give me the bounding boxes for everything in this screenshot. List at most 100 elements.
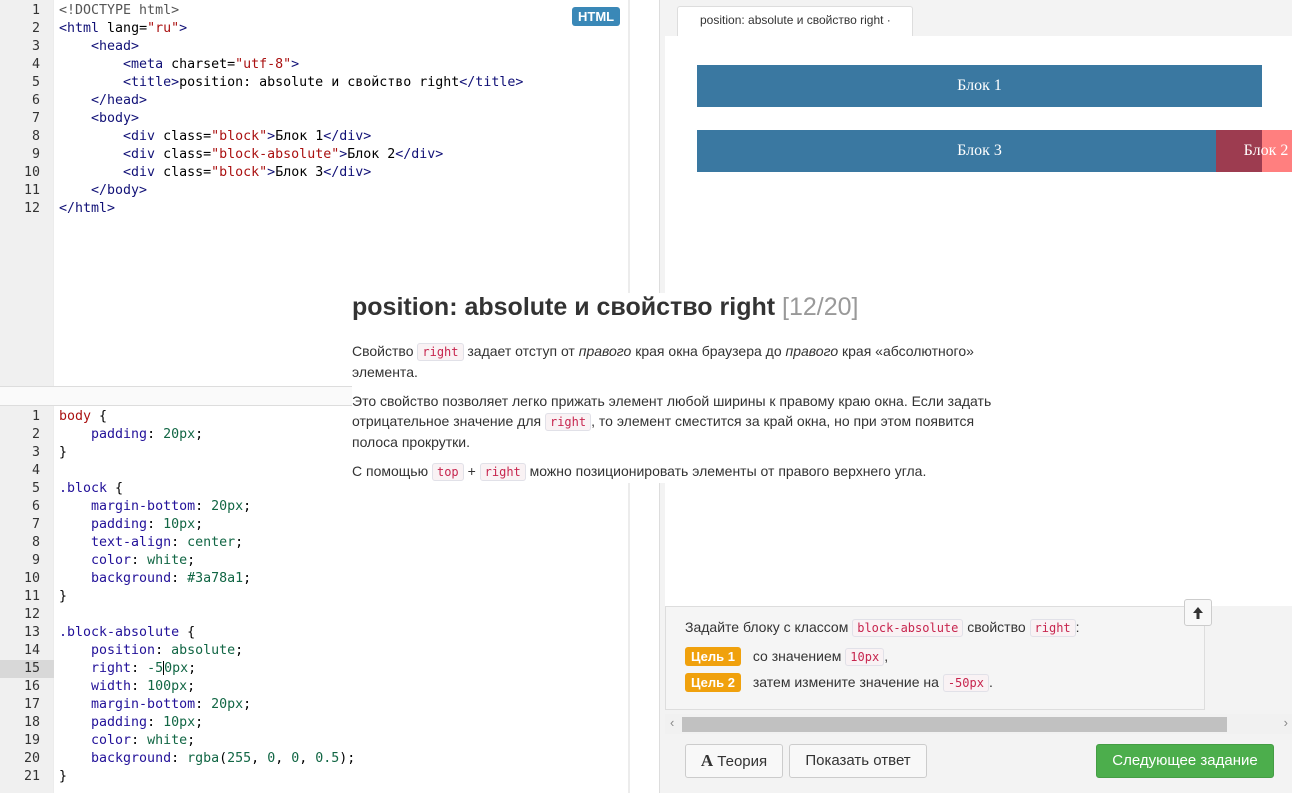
code-token: .block-absolute (59, 625, 180, 640)
css_editor-line[interactable]: 19 color: white; (0, 732, 628, 750)
line-code: right: -50px; (59, 660, 196, 678)
line-number: 11 (23, 589, 40, 604)
code-token: "ru" (147, 21, 180, 36)
code-token: position (59, 643, 156, 658)
scrollbar-thumb[interactable] (682, 717, 1227, 732)
theory-button[interactable]: A Теория (685, 744, 783, 778)
t3-code1: top (431, 463, 464, 481)
t2a: Это свойство позволяет легко прижать эле… (352, 393, 992, 409)
preview-block-3: Блок 3 (697, 130, 1262, 172)
line-code: } (59, 768, 67, 786)
css_editor-line[interactable]: 13 .block-absolute { (0, 624, 628, 642)
line-number: 14 (23, 643, 40, 658)
code-token: "utf-8" (235, 57, 292, 72)
t1-em1: правого (578, 343, 632, 359)
t1a: Свойство (352, 343, 414, 359)
css_editor-line[interactable]: 18 padding: 10px; (0, 714, 628, 732)
line-code: color: white; (59, 732, 195, 750)
arrow-up-icon[interactable] (1184, 599, 1212, 626)
css_editor-line[interactable]: 16 width: 100px; (0, 678, 628, 696)
html_editor-line[interactable]: 6 </head> (0, 92, 628, 110)
css_editor-line[interactable]: 21} (0, 768, 628, 786)
code-token: -5 (147, 661, 164, 676)
line-number: 4 (31, 57, 40, 72)
t3a: С помощью (352, 463, 429, 479)
html_editor-line[interactable]: 11 </body> (0, 182, 628, 200)
code-token: class= (163, 165, 212, 180)
task-goal-1: Цель 1 со значением 10px, (685, 647, 888, 666)
html_editor-line[interactable]: 7 <body> (0, 110, 628, 128)
code-token: ; (187, 733, 196, 748)
html-badge: HTML (572, 7, 621, 26)
code-token: , (275, 751, 292, 766)
line-code: padding: 20px; (59, 426, 203, 444)
goal-2-badge: Цель 2 (685, 673, 741, 692)
html_editor-line[interactable]: 9 <div class="block-absolute">Блок 2</di… (0, 146, 628, 164)
code-token: ; (187, 553, 196, 568)
html_editor-line[interactable]: 1 <!DOCTYPE html> (0, 2, 628, 20)
line-number: 13 (23, 625, 40, 640)
html_editor-line[interactable]: 8 <div class="block">Блок 1</div> (0, 128, 628, 146)
code-token: ; (195, 427, 204, 442)
line-number: 1 (31, 3, 40, 18)
line-number: 5 (31, 75, 40, 90)
css_editor-line[interactable]: 15 right: -50px; (0, 660, 628, 678)
t1e: элемента. (352, 364, 418, 380)
next-task-button[interactable]: Следующее задание (1096, 744, 1274, 778)
code-token: </title> (459, 75, 524, 90)
theory-title-text: position: absolute и свойство right (352, 293, 776, 321)
html_editor-line[interactable]: 10 <div class="block">Блок 3</div> (0, 164, 628, 182)
css_editor-line[interactable]: 6 margin-bottom: 20px; (0, 498, 628, 516)
css_editor-line[interactable]: 8 text-align: center; (0, 534, 628, 552)
html_editor-line[interactable]: 3 <head> (0, 38, 628, 56)
t3b: можно позиционировать элементы от правог… (529, 463, 927, 479)
horizontal-scrollbar[interactable]: ‹ › (665, 714, 1292, 734)
css_editor-line[interactable]: 17 margin-bottom: 20px; (0, 696, 628, 714)
html_editor-line[interactable]: 12 </html> (0, 200, 628, 218)
css_editor-line[interactable]: 9 color: white; (0, 552, 628, 570)
code-token: margin-bottom (59, 499, 196, 514)
css_editor-line[interactable]: 20 background: rgba(255, 0, 0, 0.5); (0, 750, 628, 768)
line-code: } (59, 444, 67, 462)
css_editor-line[interactable]: 10 background: #3a78a1; (0, 570, 628, 588)
show-answer-button[interactable]: Показать ответ (789, 744, 927, 778)
t3-code2: right (479, 463, 526, 481)
html-code-lines: 1 <!DOCTYPE html> 2 <html lang="ru"> 3 <head… (0, 2, 628, 218)
code-token: 10px (163, 517, 196, 532)
task-intro: Задайте блоку с классом block-absolute с… (685, 619, 1080, 637)
goal-2-text: затем измените значение на (752, 674, 939, 690)
line-code: <div class="block-absolute">Блок 2</div> (59, 146, 443, 164)
scroll-right-icon[interactable]: › (1284, 715, 1288, 730)
code-token: </div> (323, 165, 372, 180)
task-code-class: block-absolute (852, 619, 964, 637)
code-token: <meta (59, 57, 172, 72)
code-token: > (179, 21, 188, 36)
css_editor-line[interactable]: 12 (0, 606, 628, 624)
code-token: padding (59, 427, 148, 442)
t2-code: right (544, 413, 592, 431)
css_editor-line[interactable]: 7 padding: 10px; (0, 516, 628, 534)
code-token: : (171, 571, 188, 586)
task-intro-colon: : (1075, 619, 1080, 635)
theory-title: position: absolute и свойство right [12/… (352, 293, 858, 322)
line-code: </body> (59, 182, 147, 200)
code-token: width (59, 679, 132, 694)
html_editor-line[interactable]: 5 <title>position: absolute и свойство r… (0, 74, 628, 92)
line-number: 2 (31, 427, 40, 442)
code-token: <title> (59, 75, 180, 90)
html_editor-line[interactable]: 2 <html lang="ru"> (0, 20, 628, 38)
css_editor-line[interactable]: 14 position: absolute; (0, 642, 628, 660)
code-token: </div> (395, 147, 444, 162)
preview-tab[interactable]: position: absolute и свойство right · (677, 6, 913, 36)
code-token: "block" (211, 165, 268, 180)
code-token: ; (188, 661, 197, 676)
code-token: : (147, 715, 164, 730)
code-token: : (131, 679, 148, 694)
code-token: , (299, 751, 316, 766)
line-number: 9 (31, 553, 40, 568)
css_editor-line[interactable]: 11} (0, 588, 628, 606)
code-token: background (59, 751, 172, 766)
html_editor-line[interactable]: 4 <meta charset="utf-8"> (0, 56, 628, 74)
scroll-left-icon[interactable]: ‹ (670, 715, 674, 730)
theory-counter: [12/20] (782, 293, 859, 321)
